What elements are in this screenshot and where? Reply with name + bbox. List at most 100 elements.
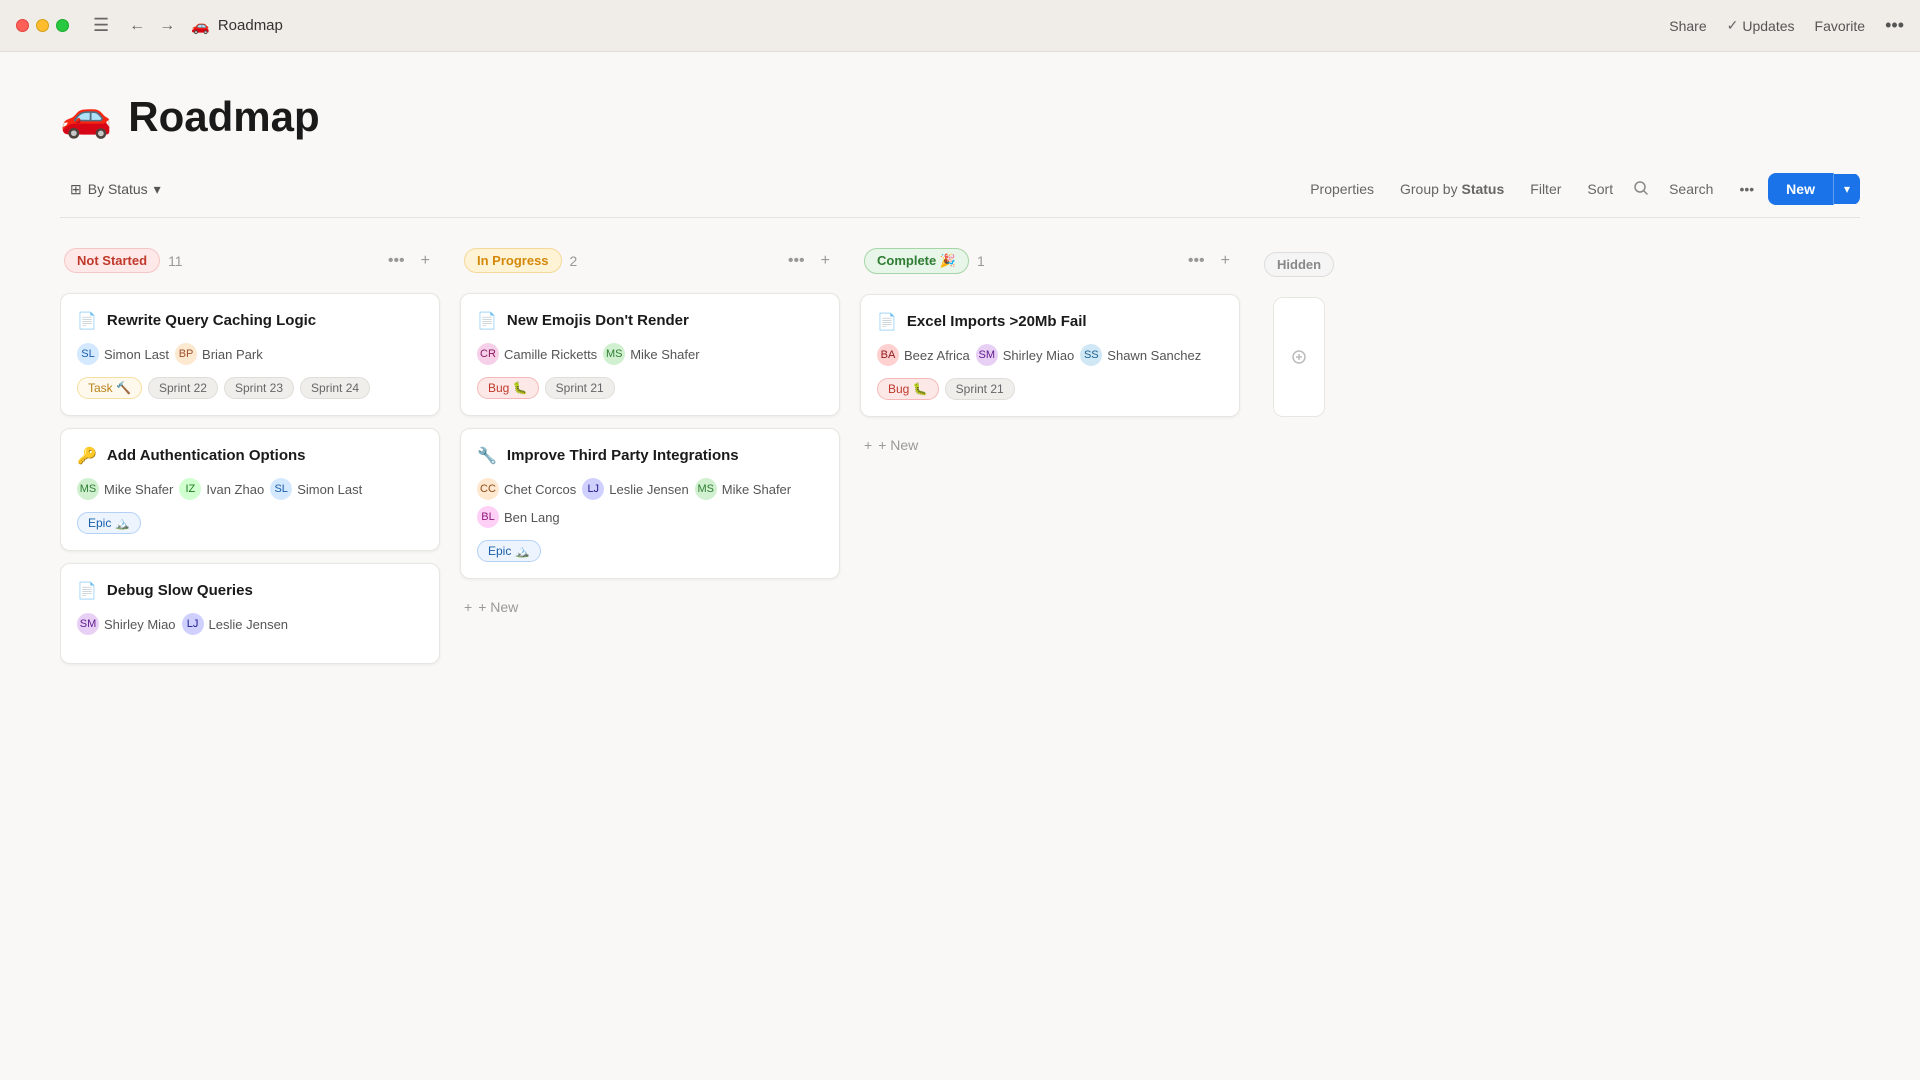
share-label: Share <box>1669 18 1706 34</box>
column-complete: Complete 🎉 1 ••• + 📄 Excel Imports >20Mb… <box>860 242 1240 676</box>
search-button[interactable]: Search <box>1657 175 1725 203</box>
tag-epic2: Epic 🏔️ <box>477 540 541 562</box>
column-count-in-progress: 2 <box>570 253 578 269</box>
assignee-name-brian: Brian Park <box>202 347 263 362</box>
column-actions-in-progress: ••• + <box>782 249 836 273</box>
avatar-leslie2: LJ <box>582 478 604 500</box>
document-icon4: 📄 <box>877 312 897 332</box>
card-add-auth[interactable]: 🔑 Add Authentication Options MS Mike Sha… <box>60 428 440 551</box>
forward-button[interactable]: → <box>155 15 179 37</box>
main-content: 🚗 Roadmap ⊞ By Status ▾ Properties Group… <box>0 52 1920 696</box>
page-header: 🚗 Roadmap <box>60 92 1860 141</box>
card-rewrite-query[interactable]: 📄 Rewrite Query Caching Logic SL Simon L… <box>60 293 440 416</box>
back-button[interactable]: ← <box>125 15 149 37</box>
properties-button[interactable]: Properties <box>1298 175 1386 203</box>
assignee-shirley2: SM Shirley Miao <box>976 344 1075 366</box>
updates-button[interactable]: ✓ Updates <box>1727 17 1795 34</box>
assignee-ben: BL Ben Lang <box>477 506 560 528</box>
assignee-leslie: LJ Leslie Jensen <box>182 613 289 635</box>
column-more-in-progress[interactable]: ••• <box>782 249 811 273</box>
toolbar-left: ⊞ By Status ▾ <box>60 175 171 204</box>
tag-bug2: Bug 🐛 <box>877 378 939 400</box>
column-not-started: Not Started 11 ••• + 📄 Rewrite Query Cac… <box>60 242 440 676</box>
assignee-name-shawn: Shawn Sanchez <box>1107 348 1201 363</box>
minimize-button[interactable] <box>36 19 49 32</box>
search-icon[interactable] <box>1627 174 1655 205</box>
avatar-ben: BL <box>477 506 499 528</box>
card-assignees: BA Beez Africa SM Shirley Miao SS Shawn … <box>877 344 1223 366</box>
assignee-name-simon2: Simon Last <box>297 482 362 497</box>
document-icon3: 📄 <box>477 311 497 331</box>
favorite-button[interactable]: Favorite <box>1815 18 1866 34</box>
sprint-tag-22: Sprint 22 <box>148 377 218 399</box>
chevron-down-icon: ▾ <box>154 181 161 198</box>
card-tags: Task 🔨 Sprint 22 Sprint 23 Sprint 24 <box>77 377 423 399</box>
sprint-tag-24: Sprint 24 <box>300 377 370 399</box>
card-title: Add Authentication Options <box>107 445 306 466</box>
more-options-button[interactable]: ••• <box>1885 15 1904 36</box>
column-more-not-started[interactable]: ••• <box>382 249 411 273</box>
card-assignees: CR Camille Ricketts MS Mike Shafer <box>477 343 823 365</box>
column-header-in-progress: In Progress 2 ••• + <box>460 242 840 279</box>
assignee-leslie2: LJ Leslie Jensen <box>582 478 689 500</box>
assignee-beez: BA Beez Africa <box>877 344 970 366</box>
column-actions-complete: ••• + <box>1182 249 1236 273</box>
by-status-button[interactable]: ⊞ By Status ▾ <box>60 175 171 204</box>
card-assignees: SM Shirley Miao LJ Leslie Jensen <box>77 613 423 635</box>
column-badge-hidden: Hidden <box>1264 252 1334 277</box>
assignee-name-ivan: Ivan Zhao <box>206 482 264 497</box>
titlebar-emoji: 🚗 <box>191 17 210 35</box>
assignee-name-shirley2: Shirley Miao <box>1003 348 1075 363</box>
hidden-column-card[interactable] <box>1273 297 1325 417</box>
assignee-simon2: SL Simon Last <box>270 478 362 500</box>
column-more-complete[interactable]: ••• <box>1182 249 1211 273</box>
hamburger-menu[interactable]: ☰ <box>89 11 113 40</box>
add-new-label2: + New <box>878 437 918 453</box>
sort-button[interactable]: Sort <box>1575 175 1625 203</box>
toolbar-right: Properties Group by Status Filter Sort S… <box>1298 173 1860 205</box>
share-button[interactable]: Share <box>1669 18 1706 34</box>
sprint-tag-23: Sprint 23 <box>224 377 294 399</box>
assignee-name-mike3: Mike Shafer <box>722 482 791 497</box>
column-count-complete: 1 <box>977 253 985 269</box>
assignee-brian: BP Brian Park <box>175 343 263 365</box>
card-title-row: 🔑 Add Authentication Options <box>77 445 423 466</box>
card-title-row: 📄 Excel Imports >20Mb Fail <box>877 311 1223 332</box>
assignee-name-shirley: Shirley Miao <box>104 617 176 632</box>
column-add-complete[interactable]: + <box>1215 249 1236 273</box>
card-debug-slow[interactable]: 📄 Debug Slow Queries SM Shirley Miao LJ … <box>60 563 440 664</box>
titlebar-title-text: Roadmap <box>218 17 283 34</box>
avatar-mike2: MS <box>603 343 625 365</box>
assignee-simon: SL Simon Last <box>77 343 169 365</box>
more-toolbar-options[interactable]: ••• <box>1727 175 1766 203</box>
card-assignees: CC Chet Corcos LJ Leslie Jensen MS Mike … <box>477 478 823 528</box>
new-button-dropdown[interactable]: ▾ <box>1834 174 1860 204</box>
add-new-complete[interactable]: + + New <box>860 429 1240 461</box>
group-by-button[interactable]: Group by Status <box>1388 175 1516 203</box>
column-add-not-started[interactable]: + <box>415 249 436 273</box>
filter-label: Filter <box>1530 181 1561 197</box>
filter-button[interactable]: Filter <box>1518 175 1573 203</box>
card-excel-imports[interactable]: 📄 Excel Imports >20Mb Fail BA Beez Afric… <box>860 294 1240 417</box>
card-improve-integrations[interactable]: 🔧 Improve Third Party Integrations CC Ch… <box>460 428 840 579</box>
card-new-emojis[interactable]: 📄 New Emojis Don't Render CR Camille Ric… <box>460 293 840 416</box>
avatar-mike: MS <box>77 478 99 500</box>
title-bar: ☰ ← → 🚗 Roadmap Share ✓ Updates Favorite… <box>0 0 1920 52</box>
new-button-group: New ▾ <box>1768 173 1860 205</box>
card-title-row: 🔧 Improve Third Party Integrations <box>477 445 823 466</box>
new-button-main[interactable]: New <box>1768 173 1834 205</box>
column-badge-in-progress: In Progress <box>464 248 562 273</box>
search-label: Search <box>1669 181 1713 197</box>
tag-task: Task 🔨 <box>77 377 142 399</box>
card-title: Rewrite Query Caching Logic <box>107 310 316 331</box>
add-new-in-progress[interactable]: + + New <box>460 591 840 623</box>
card-title-row: 📄 Rewrite Query Caching Logic <box>77 310 423 331</box>
column-add-in-progress[interactable]: + <box>815 249 836 273</box>
assignee-name-chet: Chet Corcos <box>504 482 576 497</box>
nav-arrows: ← → <box>125 15 179 37</box>
card-tags: Epic 🏔️ <box>77 512 423 534</box>
column-count-not-started: 11 <box>168 253 183 269</box>
maximize-button[interactable] <box>56 19 69 32</box>
close-button[interactable] <box>16 19 29 32</box>
column-badge-complete: Complete 🎉 <box>864 248 969 274</box>
